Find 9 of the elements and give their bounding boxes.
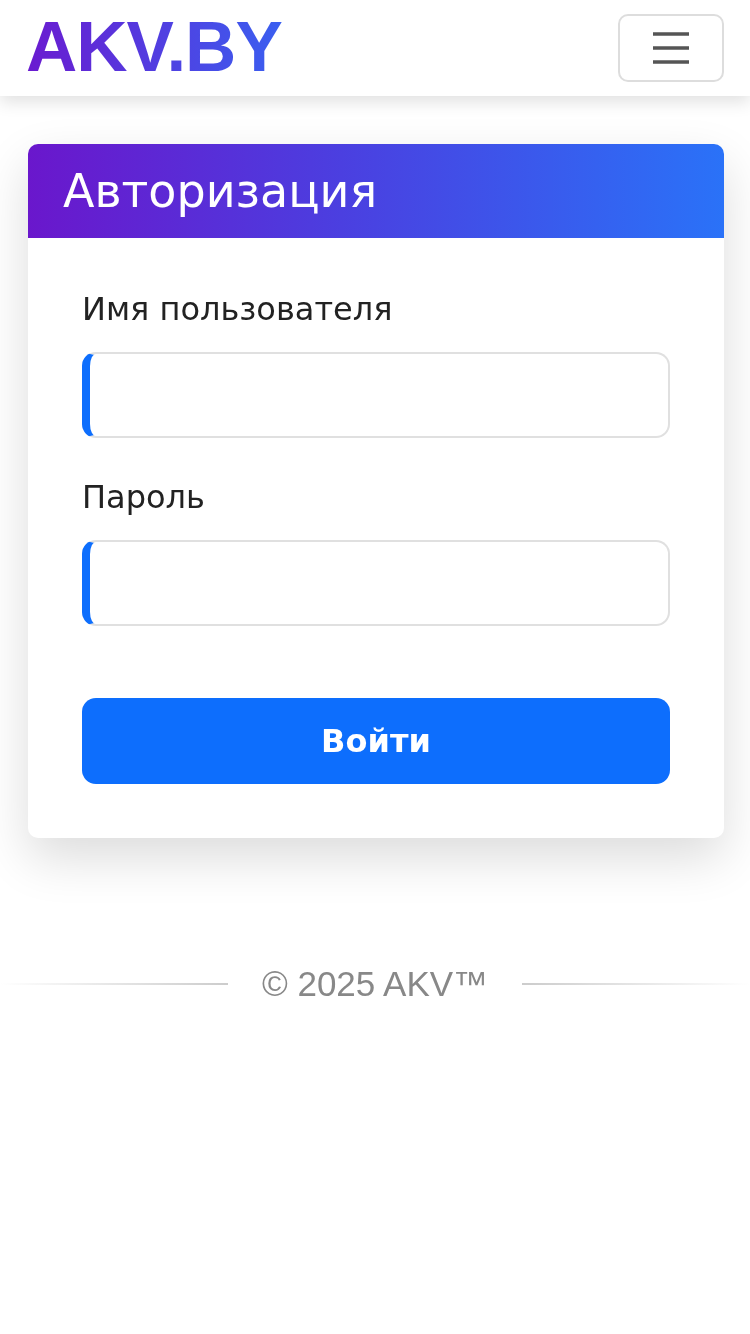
- login-button[interactable]: Войти: [82, 698, 670, 784]
- input-field[interactable]: [82, 352, 670, 438]
- field-label: Пароль: [82, 478, 206, 516]
- copyright-text: © 2025 AKV™: [261, 964, 489, 1004]
- input-field[interactable]: [82, 540, 670, 626]
- card-title: Авторизация: [63, 164, 378, 218]
- menu-button[interactable]: [618, 14, 724, 82]
- menu-icon: [651, 31, 691, 65]
- field-label: Имя пользователя: [82, 290, 394, 328]
